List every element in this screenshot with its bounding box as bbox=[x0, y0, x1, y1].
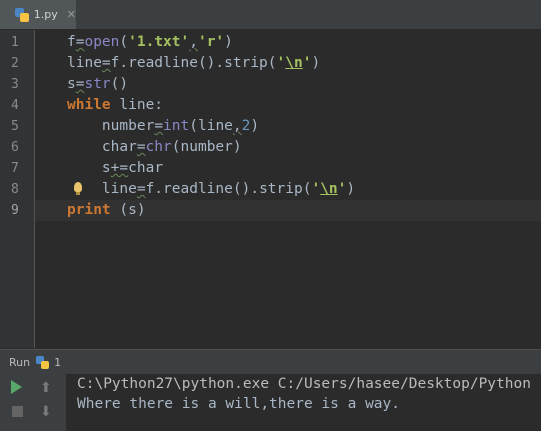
code-line-1[interactable]: f=open('1.txt','r') bbox=[67, 32, 233, 53]
console-command-line: C:\Python27\python.exe C:/Users/hasee/De… bbox=[77, 376, 531, 392]
python-file-icon bbox=[15, 7, 29, 22]
line-number: 3 bbox=[11, 77, 19, 92]
editor-tab-bar: 1.py ✕ bbox=[0, 0, 541, 30]
rerun-icon[interactable] bbox=[11, 380, 22, 394]
tab-1-py[interactable]: 1.py ✕ bbox=[0, 0, 76, 29]
token-escape: \n bbox=[285, 55, 303, 71]
token-operator: += bbox=[110, 160, 129, 176]
token: (s) bbox=[110, 202, 146, 218]
token-string: ' bbox=[276, 55, 286, 71]
token-keyword: print bbox=[67, 202, 111, 218]
line-number: 2 bbox=[11, 56, 19, 71]
token: ) bbox=[224, 34, 233, 50]
token-comma: , bbox=[232, 118, 242, 134]
arrow-up-icon[interactable]: ⬆ bbox=[40, 380, 56, 396]
code-line-8[interactable]: line=f.readline().strip('\n') bbox=[67, 179, 355, 200]
token: (line bbox=[189, 118, 233, 134]
code-line-7[interactable]: s+=char bbox=[67, 158, 163, 179]
token: ( bbox=[119, 34, 129, 50]
tab-label: 1.py bbox=[33, 8, 58, 21]
run-panel-header: Run 1 bbox=[0, 349, 541, 374]
line-number-current: 9 bbox=[11, 203, 19, 218]
token-escape: \n bbox=[320, 181, 338, 197]
close-icon[interactable]: ✕ bbox=[67, 8, 76, 21]
arrow-down-icon[interactable]: ⬇ bbox=[40, 404, 56, 420]
run-toolbar: ⬆ ⬇ bbox=[0, 374, 66, 431]
code-line-3[interactable]: s=str() bbox=[67, 74, 128, 95]
token-operator: = bbox=[101, 55, 111, 71]
token: char bbox=[67, 139, 137, 155]
line-number: 4 bbox=[11, 98, 19, 113]
token-operator: = bbox=[136, 181, 146, 197]
token-operator: = bbox=[136, 139, 146, 155]
token: f bbox=[67, 34, 76, 50]
code-line-4[interactable]: while line: bbox=[67, 95, 163, 116]
token: ) bbox=[346, 181, 356, 197]
stop-icon[interactable] bbox=[12, 406, 23, 417]
code-editor[interactable]: 1 2 3 4 5 6 7 8 9 f=open('1.txt','r') li… bbox=[0, 30, 541, 348]
token: number bbox=[67, 118, 155, 134]
line-number: 6 bbox=[11, 140, 19, 155]
token-builtin: open bbox=[84, 34, 120, 50]
token: (number) bbox=[171, 139, 242, 155]
token-builtin: str bbox=[84, 76, 111, 92]
token: ) bbox=[250, 118, 260, 134]
token: f.readline().strip( bbox=[110, 55, 277, 71]
run-config-tab[interactable]: 1 bbox=[54, 356, 61, 369]
code-line-5[interactable]: number=int(line,2) bbox=[67, 116, 259, 137]
token: char bbox=[128, 160, 164, 176]
token-string: 'r' bbox=[197, 34, 225, 50]
token-builtin: int bbox=[163, 118, 190, 134]
line-number: 7 bbox=[11, 161, 19, 176]
token: s bbox=[67, 160, 111, 176]
run-console[interactable]: C:\Python27\python.exe C:/Users/hasee/De… bbox=[66, 374, 541, 431]
token-keyword: while bbox=[67, 97, 111, 113]
token: line bbox=[67, 55, 102, 71]
token: line: bbox=[110, 97, 164, 113]
gutter-divider bbox=[34, 30, 35, 348]
token: ) bbox=[311, 55, 321, 71]
console-output-line: Where there is a will,there is a way. bbox=[77, 396, 401, 412]
line-number: 1 bbox=[11, 35, 19, 50]
token-string: ' bbox=[311, 181, 321, 197]
code-line-9[interactable]: print (s) bbox=[67, 200, 146, 221]
token-operator: = bbox=[154, 118, 164, 134]
python-run-config-icon bbox=[36, 355, 50, 369]
token-builtin: chr bbox=[145, 139, 172, 155]
line-number-gutter: 1 2 3 4 5 6 7 8 9 bbox=[0, 30, 34, 348]
token: f.readline().strip( bbox=[145, 181, 312, 197]
token-comma: , bbox=[189, 34, 198, 50]
code-line-6[interactable]: char=chr(number) bbox=[67, 137, 242, 158]
code-line-2[interactable]: line=f.readline().strip('\n') bbox=[67, 53, 320, 74]
line-number: 8 bbox=[11, 182, 19, 197]
line-number: 5 bbox=[11, 119, 19, 134]
run-label: Run bbox=[9, 355, 31, 369]
token: () bbox=[110, 76, 129, 92]
token: line bbox=[67, 181, 137, 197]
token-string: '1.txt' bbox=[128, 34, 190, 50]
token: s bbox=[67, 76, 76, 92]
